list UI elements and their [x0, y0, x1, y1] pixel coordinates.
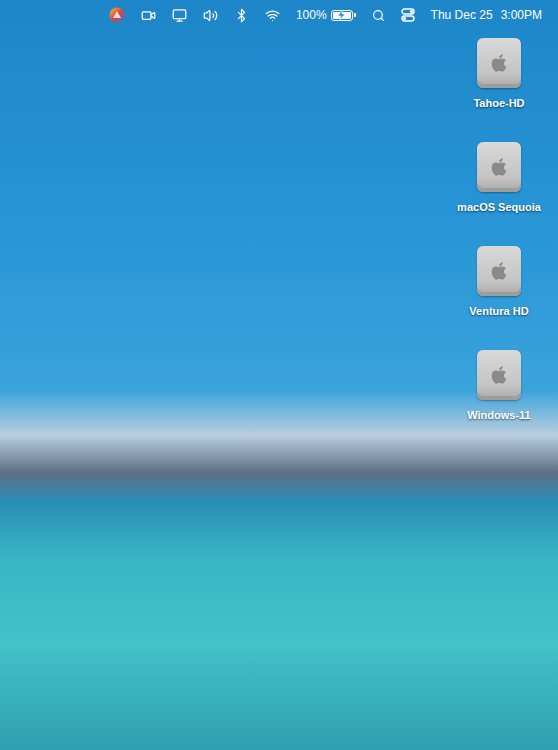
- desktop-disk[interactable]: Windows-11: [463, 350, 534, 428]
- volume-menu-item[interactable]: [203, 8, 218, 23]
- apple-logo-icon: [489, 365, 509, 385]
- video-icon: [141, 8, 156, 23]
- desktop-disk[interactable]: Ventura HD: [465, 246, 532, 324]
- display-menu-item[interactable]: [172, 8, 187, 23]
- bluetooth-icon: [234, 8, 249, 23]
- bluetooth-menu-item[interactable]: [234, 8, 249, 23]
- apple-logo-icon: [489, 261, 509, 281]
- disk-label: Windows-11: [463, 408, 534, 422]
- menu-bar: 100% Thu Dec 25 3:00PM: [0, 0, 558, 30]
- volume-icon: [203, 8, 218, 23]
- disk-label: macOS Sequoia: [453, 200, 545, 214]
- spotlight-menu-item[interactable]: [372, 9, 385, 22]
- battery-cap: [354, 13, 356, 17]
- hard-drive-icon: [477, 38, 521, 88]
- bolt-icon: [337, 10, 346, 20]
- clock-time: 3:00PM: [501, 8, 542, 22]
- hard-drive-icon: [477, 350, 521, 400]
- hard-drive-icon: [477, 246, 521, 296]
- desktop-area: Tahoe-HD macOS Sequoia Ventura HD Windows-1…: [0, 30, 558, 750]
- wifi-icon: [265, 8, 280, 23]
- battery-gauge: [331, 10, 356, 21]
- desktop-screen: 100% Thu Dec 25 3:00PM Tahoe-HD macOS Sequoi…: [0, 0, 558, 750]
- app-icon: [109, 7, 125, 23]
- battery-menu-item[interactable]: 100%: [296, 8, 356, 22]
- clock-menu-item[interactable]: Thu Dec 25 3:00PM: [431, 8, 542, 22]
- wifi-menu-item[interactable]: [265, 8, 280, 23]
- battery-percent: 100%: [296, 8, 327, 22]
- clock-date: Thu Dec 25: [431, 8, 493, 22]
- disk-label: Tahoe-HD: [469, 96, 528, 110]
- desktop-icon-column: Tahoe-HD macOS Sequoia Ventura HD Windows-1…: [444, 38, 554, 750]
- control-center-icon: [401, 8, 415, 22]
- search-icon: [372, 9, 385, 22]
- control-center-menu-item[interactable]: [401, 8, 415, 22]
- apple-logo-icon: [489, 53, 509, 73]
- hard-drive-icon: [477, 142, 521, 192]
- apple-logo-icon: [489, 157, 509, 177]
- battery-icon: [331, 10, 353, 21]
- monitor-icon: [172, 8, 187, 23]
- app-menu-item[interactable]: [109, 7, 125, 23]
- screen-record-menu-item[interactable]: [141, 8, 156, 23]
- desktop-disk[interactable]: Tahoe-HD: [469, 38, 528, 116]
- desktop-disk[interactable]: macOS Sequoia: [453, 142, 545, 220]
- disk-label: Ventura HD: [465, 304, 532, 318]
